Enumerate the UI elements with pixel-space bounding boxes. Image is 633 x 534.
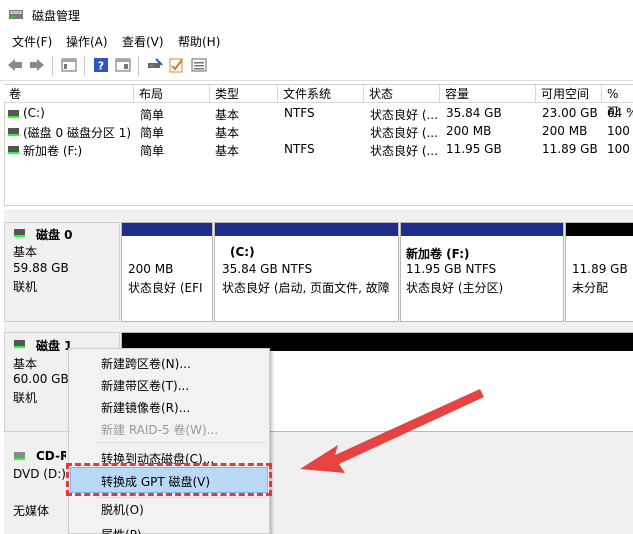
menu-separator (96, 442, 266, 443)
title-bar (0, 0, 633, 30)
menu-help[interactable]: 帮助(H) (178, 33, 220, 50)
cell-status: 状态良好 (... (370, 144, 438, 158)
partition-c-status: 状态良好 (启动, 页面文件, 故障 (222, 281, 390, 295)
console-tree-icon[interactable] (60, 57, 78, 73)
disk-0-title: 磁盘 0 (36, 228, 73, 242)
menu-separator (96, 497, 266, 498)
menu-item-new-raid5-volume: 新建 RAID-5 卷(W)... (101, 423, 219, 437)
cell-layout: 简单 (140, 108, 165, 122)
partition-efi-status: 状态良好 (EFI (128, 281, 203, 295)
properties-view-icon[interactable] (114, 57, 132, 73)
toolbar-separator (52, 56, 53, 76)
check-disk-icon[interactable] (168, 57, 186, 73)
cell-volume[interactable]: (C:) (23, 106, 45, 120)
volume-icon (8, 146, 19, 154)
partition-efi-size: 200 MB (128, 262, 174, 276)
column-header-filesystem[interactable]: 文件系统 (278, 85, 364, 103)
cdrom-drive: DVD (D:) (13, 467, 66, 481)
cell-volume[interactable]: 新加卷 (F:) (23, 142, 82, 159)
cell-volume[interactable]: (磁盘 0 磁盘分区 1) (23, 124, 133, 141)
column-header-status[interactable]: 状态 (364, 85, 440, 103)
menu-item-new-mirrored-volume[interactable]: 新建镜像卷(R)... (101, 399, 190, 416)
column-header-percent-free[interactable]: % 可 (602, 85, 633, 119)
partition-c-name: (C:) (230, 245, 255, 259)
column-header-volume[interactable]: 卷 (4, 85, 134, 103)
connect-disk-icon[interactable] (146, 57, 164, 73)
column-header-free-space[interactable]: 可用空间 (536, 85, 602, 103)
menu-item-new-striped-volume[interactable]: 新建带区卷(T)... (101, 377, 189, 394)
column-header-capacity[interactable]: 容量 (440, 85, 536, 103)
partition-f-status: 状态良好 (主分区) (406, 281, 504, 295)
window-title: 磁盘管理 (32, 9, 81, 23)
cell-layout: 简单 (140, 126, 165, 140)
svg-text:?: ? (98, 60, 104, 73)
menu-item-new-spanned-volume[interactable]: 新建跨区卷(N)... (101, 355, 191, 372)
column-header-layout[interactable]: 布局 (134, 85, 210, 103)
menu-view[interactable]: 查看(V) (122, 33, 164, 50)
help-icon[interactable]: ? (92, 57, 110, 73)
cell-status: 状态良好 (... (370, 108, 438, 122)
cell-capacity: 200 MB (446, 124, 492, 138)
list-view-icon[interactable] (190, 57, 208, 73)
cdrom-title: CD-R (36, 449, 66, 463)
cdrom-status: 无媒体 (13, 504, 50, 518)
context-menu (68, 348, 270, 534)
disk-management-icon (9, 10, 23, 19)
disk-0-type: 基本 (13, 245, 38, 259)
back-arrow-icon[interactable] (6, 57, 24, 73)
cell-type: 基本 (215, 108, 240, 122)
menu-file[interactable]: 文件(F) (12, 33, 52, 50)
disk-1-status: 联机 (13, 391, 38, 405)
menu-action[interactable]: 操作(A) (66, 33, 108, 50)
cell-free-space: 200 MB (542, 124, 588, 138)
cell-free-space: 11.89 GB (542, 142, 598, 156)
disk-0-size: 59.88 GB (13, 261, 69, 275)
disk-1-size: 60.00 GB (13, 372, 69, 386)
cell-type: 基本 (215, 126, 240, 140)
menu-item-properties[interactable]: 属性(P) (101, 526, 142, 534)
cell-percent-free: 100 (607, 124, 630, 138)
unallocated-size: 11.89 GB (572, 262, 628, 276)
volume-icon (8, 110, 19, 118)
column-header-type[interactable]: 类型 (210, 85, 278, 103)
forward-arrow-icon[interactable] (28, 57, 46, 73)
cell-status: 状态良好 (... (370, 126, 438, 140)
cell-capacity: 11.95 GB (446, 142, 502, 156)
disk-icon (14, 229, 25, 237)
partition-f-name: 新加卷 (F:) (406, 247, 470, 261)
cell-layout: 简单 (140, 144, 165, 158)
cell-free-space: 23.00 GB (542, 106, 598, 120)
disk-0-status: 联机 (13, 280, 38, 294)
disk-1-type: 基本 (13, 357, 38, 371)
cell-capacity: 35.84 GB (446, 106, 502, 120)
cell-type: 基本 (215, 144, 240, 158)
partition-c-size: 35.84 GB NTFS (222, 262, 313, 276)
annotation-arrow-icon (300, 389, 484, 473)
toolbar-separator (84, 56, 85, 76)
cell-percent-free: 100 (607, 142, 630, 156)
annotation-dashed-box (66, 463, 272, 496)
volume-icon (8, 128, 19, 136)
unallocated-status: 未分配 (572, 281, 609, 295)
partition-f-size: 11.95 GB NTFS (406, 262, 497, 276)
cell-filesystem: NTFS (284, 142, 315, 156)
cell-percent-free: 64 % (607, 106, 633, 120)
toolbar-separator (138, 56, 139, 76)
cdrom-icon (14, 452, 25, 460)
cell-filesystem: NTFS (284, 106, 315, 120)
menu-item-offline[interactable]: 脱机(O) (101, 501, 144, 518)
disk-icon (14, 340, 25, 348)
